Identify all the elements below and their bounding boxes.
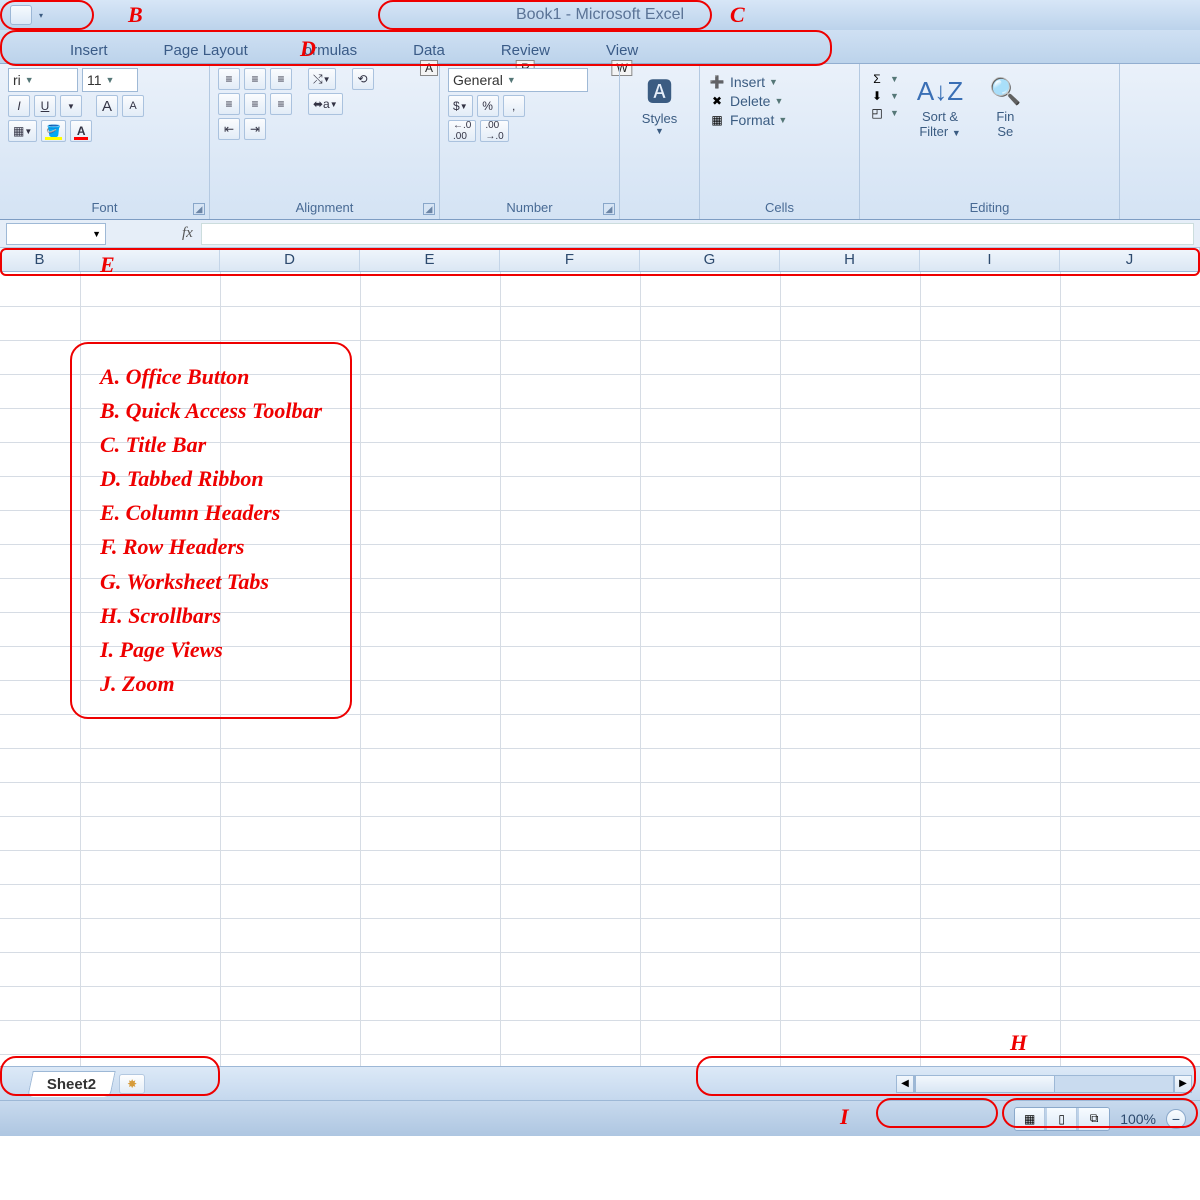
- anno-circle-A: [0, 0, 94, 30]
- increase-decimal-button[interactable]: ←.0.00: [448, 120, 476, 142]
- comma-button[interactable]: ,: [503, 95, 525, 117]
- sort-filter-button[interactable]: A↓Z Sort & Filter ▼: [909, 72, 971, 143]
- legend-box: A. Office Button B. Quick Access Toolbar…: [70, 342, 352, 719]
- format-cells-button[interactable]: ▦ Format ▼: [708, 112, 851, 128]
- legend-I: I. Page Views: [100, 633, 322, 667]
- sigma-icon: Σ: [868, 72, 886, 86]
- anno-circle-G: [0, 1056, 220, 1096]
- border-button[interactable]: ▦▼: [8, 120, 37, 142]
- fill-color-button[interactable]: 🪣: [41, 120, 66, 142]
- group-font-label: Font: [8, 198, 201, 217]
- fill-icon: ⬇: [868, 89, 886, 103]
- italic-button[interactable]: I: [8, 95, 30, 117]
- anno-circle-C: [378, 0, 712, 30]
- anno-H: H: [1010, 1030, 1027, 1056]
- orientation-button[interactable]: ⤭▼: [308, 68, 336, 90]
- group-editing-label: Editing: [868, 198, 1111, 217]
- insert-cells-button[interactable]: ➕ Insert ▼: [708, 74, 851, 90]
- legend-J: J. Zoom: [100, 667, 322, 701]
- autosum-button[interactable]: Σ▼: [868, 72, 899, 86]
- anno-circle-H: [696, 1056, 1196, 1096]
- formula-bar: ▼ fx: [0, 220, 1200, 248]
- legend-E: E. Column Headers: [100, 496, 322, 530]
- group-alignment: ≡ ≡ ≡ ⤭▼ ⟲ ≡ ≡ ≡ ⬌a▼ ⇤ ⇥ Alignment ◢: [210, 64, 440, 219]
- group-number-label: Number: [448, 198, 611, 217]
- grow-font-button[interactable]: A: [96, 95, 118, 117]
- group-cells-label: Cells: [708, 198, 851, 217]
- decrease-indent-button[interactable]: ⇤: [218, 118, 240, 140]
- currency-button[interactable]: $▼: [448, 95, 473, 117]
- anno-I: I: [840, 1104, 849, 1130]
- ribbon: ri▼ 11▼ I U ▼ A A ▦▼ 🪣 A: [0, 64, 1200, 220]
- shrink-font-button[interactable]: A: [122, 95, 144, 117]
- group-alignment-label: Alignment: [218, 198, 431, 217]
- font-name-combo[interactable]: ri▼: [8, 68, 78, 92]
- clear-button[interactable]: ◰▼: [868, 106, 899, 120]
- group-styles: 🅰 Styles ▼: [620, 64, 700, 219]
- increase-indent-button[interactable]: ⇥: [244, 118, 266, 140]
- sort-icon: A↓Z: [917, 76, 963, 107]
- anno-E: E: [100, 252, 115, 278]
- anno-B: B: [128, 2, 143, 28]
- bottom-filler: [0, 1136, 1200, 1200]
- align-right-button[interactable]: ≡: [270, 93, 292, 115]
- legend-B: B. Quick Access Toolbar: [100, 394, 322, 428]
- number-format-combo[interactable]: General▼: [448, 68, 588, 92]
- anno-circle-D: [0, 30, 832, 66]
- font-size-combo[interactable]: 11▼: [82, 68, 138, 92]
- alignment-dialog-launcher[interactable]: ◢: [423, 203, 435, 215]
- find-icon: 🔍: [989, 76, 1021, 107]
- group-editing: Σ▼ ⬇▼ ◰▼ A↓Z Sort & Filter ▼ 🔍 Fin Se Ed…: [860, 64, 1120, 219]
- fx-label[interactable]: fx: [182, 225, 193, 242]
- font-dialog-launcher[interactable]: ◢: [193, 203, 205, 215]
- anno-circle-I: [876, 1098, 998, 1128]
- legend-H: H. Scrollbars: [100, 599, 322, 633]
- percent-button[interactable]: %: [477, 95, 499, 117]
- name-box[interactable]: ▼: [6, 223, 106, 245]
- align-left-button[interactable]: ≡: [218, 93, 240, 115]
- legend-D: D. Tabbed Ribbon: [100, 462, 322, 496]
- styles-button[interactable]: 🅰 Styles ▼: [628, 68, 691, 140]
- number-dialog-launcher[interactable]: ◢: [603, 203, 615, 215]
- group-font: ri▼ 11▼ I U ▼ A A ▦▼ 🪣 A: [0, 64, 210, 219]
- anno-circle-E: [0, 248, 1200, 276]
- underline-more[interactable]: ▼: [60, 95, 82, 117]
- legend-C: C. Title Bar: [100, 428, 322, 462]
- legend-A: A. Office Button: [100, 360, 322, 394]
- align-center-button[interactable]: ≡: [244, 93, 266, 115]
- group-cells: ➕ Insert ▼ ✖ Delete ▼ ▦ Format ▼ Cells: [700, 64, 860, 219]
- worksheet-grid[interactable]: A. Office Button B. Quick Access Toolbar…: [0, 272, 1200, 1152]
- anno-D: D: [300, 36, 316, 62]
- align-top-button[interactable]: ≡: [218, 68, 240, 90]
- delete-cells-button[interactable]: ✖ Delete ▼: [708, 93, 851, 109]
- find-select-button[interactable]: 🔍 Fin Se: [981, 72, 1029, 143]
- format-icon: ▦: [708, 113, 726, 127]
- fill-button[interactable]: ⬇▼: [868, 89, 899, 103]
- underline-button[interactable]: U: [34, 95, 56, 117]
- merge-button[interactable]: ⬌a▼: [308, 93, 343, 115]
- legend-F: F. Row Headers: [100, 530, 322, 564]
- anno-C: C: [730, 2, 745, 28]
- wrap-text-button[interactable]: ⟲: [352, 68, 374, 90]
- group-number: General▼ $▼ % , ←.0.00 .00→.0 Number ◢: [440, 64, 620, 219]
- font-color-button[interactable]: A: [70, 120, 92, 142]
- legend-G: G. Worksheet Tabs: [100, 565, 322, 599]
- bucket-icon: 🪣: [46, 124, 61, 138]
- styles-icon: 🅰: [646, 72, 672, 109]
- formula-input[interactable]: [201, 223, 1194, 245]
- delete-icon: ✖: [708, 94, 726, 108]
- align-middle-button[interactable]: ≡: [244, 68, 266, 90]
- eraser-icon: ◰: [868, 106, 886, 120]
- align-bottom-button[interactable]: ≡: [270, 68, 292, 90]
- anno-circle-J: [1002, 1098, 1198, 1128]
- decrease-decimal-button[interactable]: .00→.0: [480, 120, 508, 142]
- insert-icon: ➕: [708, 75, 726, 89]
